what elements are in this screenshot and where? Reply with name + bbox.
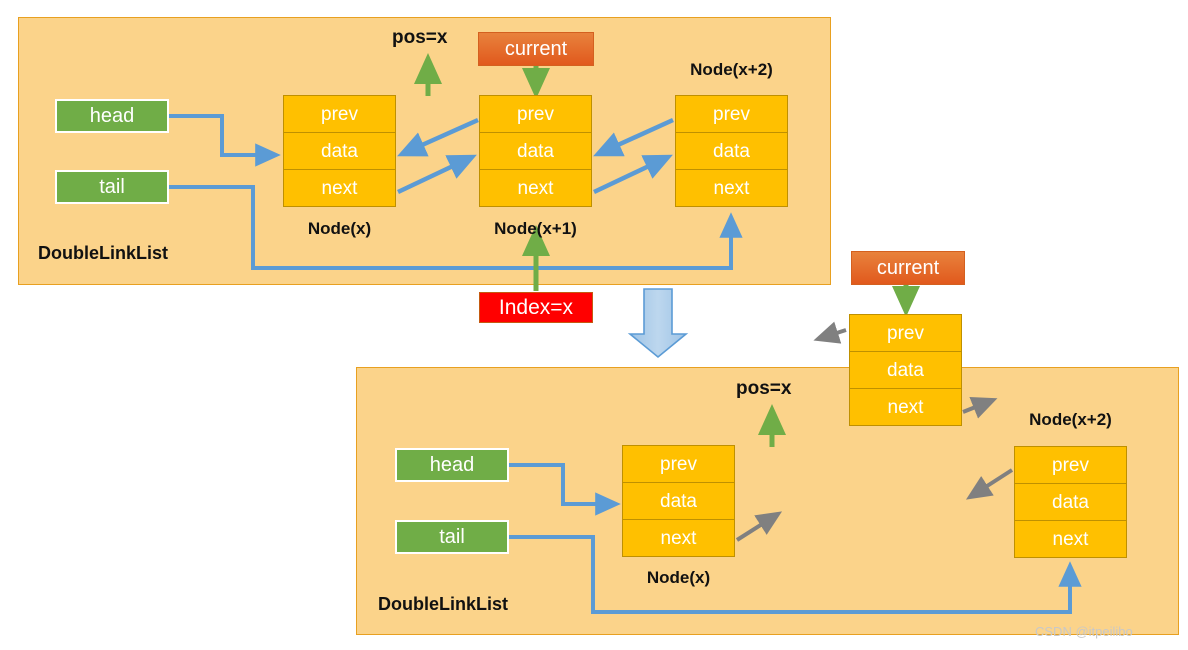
top-node-x2[interactable]: prev data next — [675, 95, 788, 207]
detached-prev-dangling-arrow — [813, 321, 847, 344]
bottom-node-x-data: data — [622, 482, 735, 520]
top-node-x1-label: Node(x+1) — [494, 219, 577, 238]
top-tail-pointer-box[interactable]: tail — [55, 170, 169, 204]
top-node-x2-next: next — [675, 169, 788, 207]
top-head-label: head — [89, 105, 135, 127]
top-node-x1-next: next — [479, 169, 592, 207]
detached-current-pointer-box[interactable]: current — [851, 251, 965, 285]
detached-node-next: next — [849, 388, 962, 426]
bottom-node-x2-prev: prev — [1014, 446, 1127, 484]
top-node-x1-data: data — [479, 132, 592, 170]
top-node-x-prev: prev — [283, 95, 396, 133]
top-node-x-label: Node(x) — [307, 219, 372, 238]
top-node-x-data: data — [283, 132, 396, 170]
top-tail-label: tail — [99, 176, 125, 198]
top-current-pointer-box[interactable]: current — [478, 32, 594, 66]
bottom-node-x2[interactable]: prev data next — [1014, 446, 1127, 558]
bottom-node-x2-data: data — [1014, 483, 1127, 521]
top-head-pointer-box[interactable]: head — [55, 99, 169, 133]
bottom-tail-label: tail — [439, 526, 465, 548]
bottom-node-x2-label: Node(x+2) — [1029, 410, 1112, 429]
bottom-head-pointer-box[interactable]: head — [395, 448, 509, 482]
top-node-x1-prev: prev — [479, 95, 592, 133]
index-label: Index=x — [498, 296, 574, 319]
top-current-label: current — [504, 38, 568, 60]
top-node-x2-prev: prev — [675, 95, 788, 133]
bottom-node-x-prev: prev — [622, 445, 735, 483]
top-node-x2-data: data — [675, 132, 788, 170]
watermark: CSDN @itpeilibo — [1035, 624, 1133, 639]
bottom-node-x-next: next — [622, 519, 735, 557]
top-pos-label: pos=x — [392, 27, 448, 48]
bottom-node-x2-next: next — [1014, 520, 1127, 558]
top-node-x[interactable]: prev data next — [283, 95, 396, 207]
top-node-x-next: next — [283, 169, 396, 207]
transition-down-arrow-icon — [627, 288, 689, 359]
bottom-node-x-label: Node(x) — [646, 568, 711, 587]
top-node-x1[interactable]: prev data next — [479, 95, 592, 207]
index-marker-box[interactable]: Index=x — [479, 292, 593, 323]
top-panel-title: DoubleLinkList — [38, 243, 168, 263]
bottom-panel-title: DoubleLinkList — [378, 594, 508, 614]
detached-node[interactable]: prev data next — [849, 314, 962, 426]
diagram-canvas: head tail DoubleLinkList pos=x current I… — [0, 0, 1188, 650]
bottom-head-label: head — [429, 454, 475, 476]
detached-node-data: data — [849, 351, 962, 389]
bottom-tail-pointer-box[interactable]: tail — [395, 520, 509, 554]
detached-current-label: current — [876, 257, 940, 279]
top-node-x2-label: Node(x+2) — [690, 60, 773, 79]
bottom-node-x[interactable]: prev data next — [622, 445, 735, 557]
detached-node-prev: prev — [849, 314, 962, 352]
bottom-pos-label: pos=x — [736, 378, 792, 399]
